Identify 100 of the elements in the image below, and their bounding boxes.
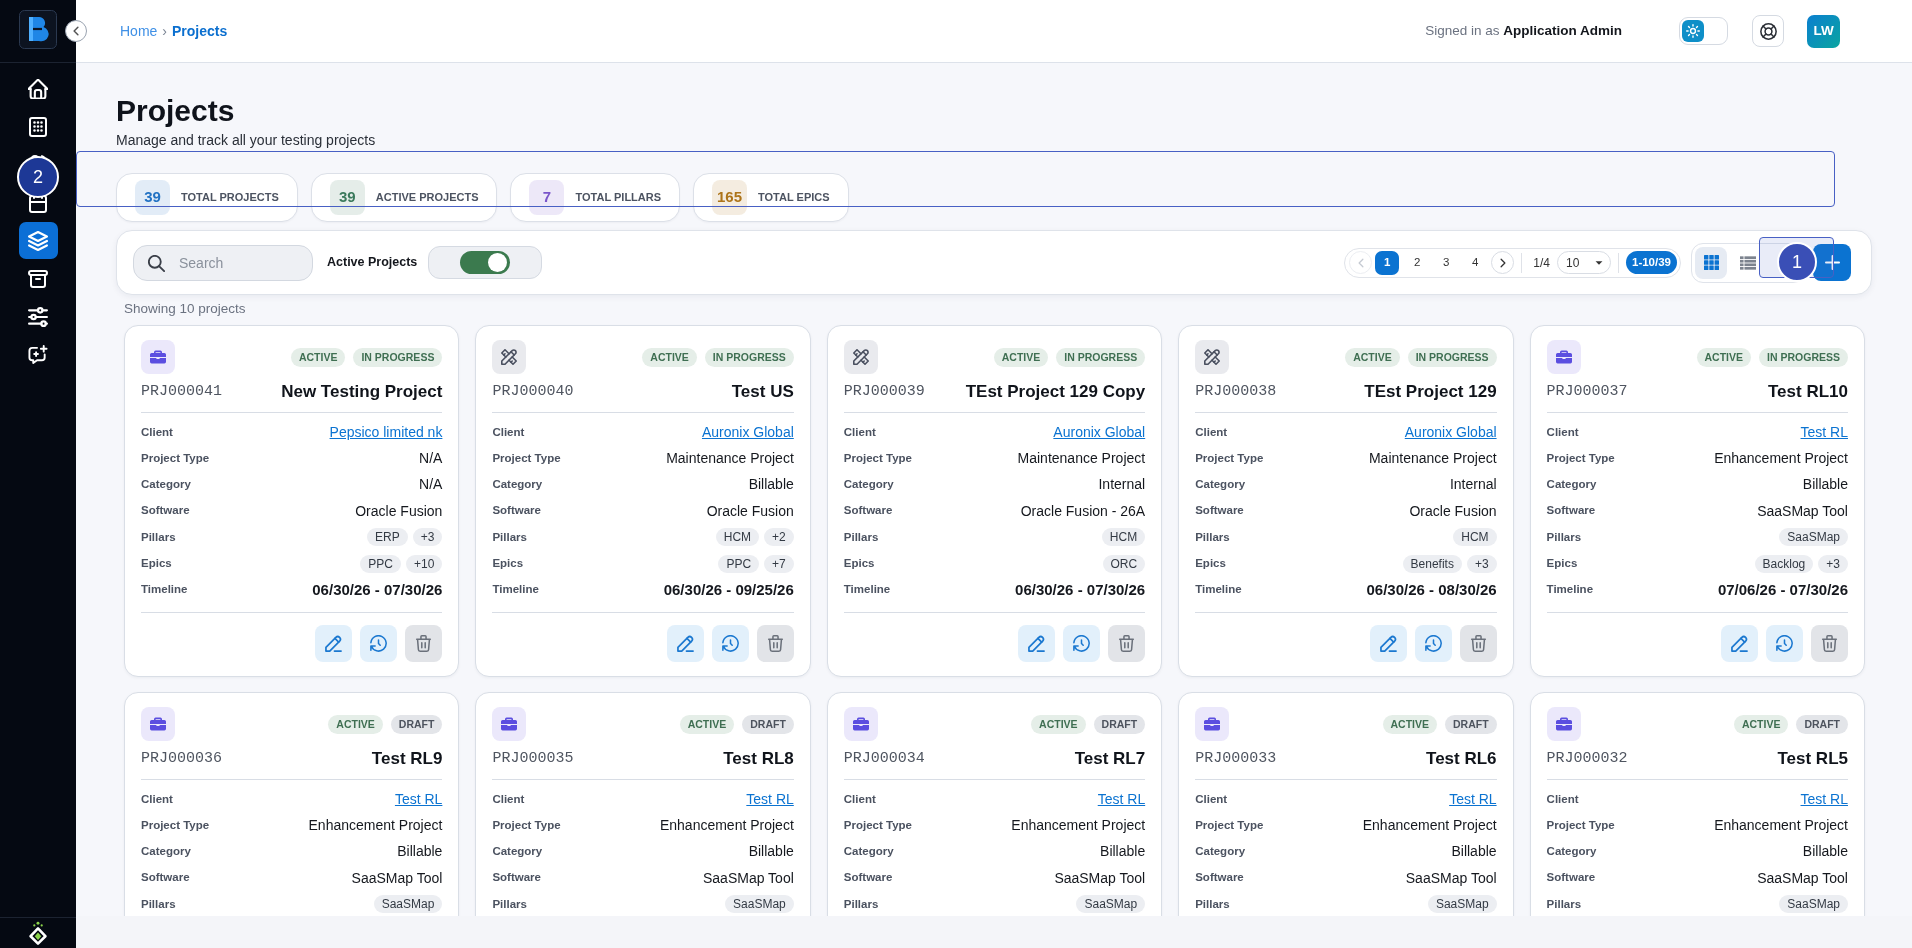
trash-icon [1821,635,1838,653]
timeline-value: 06/30/26 - 07/30/26 [1015,579,1146,600]
client-link[interactable]: Test RL [1449,788,1497,810]
edit-button[interactable] [1721,625,1758,663]
grid-icon [1703,255,1719,270]
stat-value: 39 [329,180,365,215]
client-link[interactable]: Test RL [746,788,794,810]
timeline-value: 06/30/26 - 08/30/26 [1366,579,1497,600]
tag: SaaSMap [1779,895,1848,914]
field-label: Category [1195,477,1246,493]
nav-item[interactable] [18,222,58,259]
delete-button[interactable] [756,625,794,663]
field-label: Client [843,791,876,807]
field-label: Timeline [492,582,539,598]
logo-icon [26,921,50,945]
user-avatar[interactable]: LW [1807,14,1840,48]
tools-icon [1195,340,1230,374]
delete-button[interactable] [405,625,443,663]
field-label: Category [843,844,894,860]
add-project-button[interactable] [1813,244,1851,281]
status-badge: ACTIVE [1345,347,1400,367]
grid-view-button[interactable] [1695,246,1727,279]
client-link[interactable]: Test RL [394,788,443,810]
client-link[interactable]: Test RL [1800,788,1848,810]
field-label: Pillars [492,896,527,912]
breadcrumb-separator: › [162,21,168,41]
briefcase-icon [492,707,527,742]
status-badge: DRAFT [742,714,794,734]
plus-icon [1824,255,1840,270]
client-link[interactable]: Test RL [1800,421,1848,443]
layers-icon [28,230,48,251]
history-button[interactable] [1063,625,1101,663]
tag: HCM [715,528,760,547]
field-label: Category [1546,844,1597,860]
status-badge: IN PROGRESS [353,347,443,367]
help-button[interactable] [1752,15,1784,47]
chevron-left-icon [71,26,81,36]
client-link[interactable]: Auronix Global [701,421,794,443]
theme-toggle[interactable] [1679,17,1728,45]
delete-button[interactable] [1811,625,1848,663]
page-button[interactable]: 3 [1433,250,1460,275]
field-label: Category [843,477,894,493]
project-title: Test RL10 [1768,381,1848,404]
breadcrumb-link[interactable]: Home [120,20,158,42]
next-page-button[interactable] [1491,251,1515,274]
sun-icon [1682,20,1704,42]
field-value: Internal [1449,475,1497,495]
search-field[interactable]: Search [133,244,313,281]
field-label: Project Type [1195,817,1264,833]
status-badge: DRAFT [1093,714,1146,734]
field-label: Pillars [141,896,176,912]
project-code: PRJ000040 [492,381,574,402]
field-label: Project Type [1195,450,1264,466]
field-label: Client [1546,424,1579,440]
edit-button[interactable] [1018,625,1056,663]
active-projects-switch[interactable] [460,251,511,274]
tag: SaaSMap [1779,528,1848,547]
breadcrumb-current[interactable]: Projects [172,20,228,42]
edit-button[interactable] [666,625,704,663]
field-label: Category [141,844,191,860]
client-link[interactable]: Auronix Global [1404,421,1497,443]
status-badge: DRAFT [390,714,443,734]
briefcase-icon [1195,707,1230,742]
client-link[interactable]: Test RL [1097,788,1146,810]
status-badge: ACTIVE [642,347,697,367]
field-label: Software [1546,870,1596,886]
history-button[interactable] [711,625,749,663]
history-button[interactable] [360,625,398,663]
project-code: PRJ000036 [141,748,222,769]
history-icon [370,635,388,653]
tag: PPC [718,554,760,573]
history-button[interactable] [1766,625,1803,663]
page-button[interactable]: 4 [1462,250,1489,275]
edit-button[interactable] [1369,625,1407,663]
edit-button[interactable] [315,625,353,663]
field-label: Project Type [843,817,912,833]
tag: HCM [1453,528,1497,547]
page-button[interactable]: 1 [1375,250,1400,275]
client-link[interactable]: Auronix Global [1053,421,1146,443]
field-value: SaaSMap Tool [1757,501,1848,521]
field-label: Software [843,503,893,519]
project-code: PRJ000033 [1195,748,1277,769]
timeline-value: 06/30/26 - 07/30/26 [312,579,443,600]
client-link[interactable]: Pepsico limited nk [329,421,443,443]
history-button[interactable] [1414,625,1452,663]
field-label: Category [1195,844,1246,860]
field-value: SaaSMap Tool [1405,868,1497,888]
list-icon [1740,254,1756,271]
delete-button[interactable] [1459,625,1497,663]
page-indicator: 1/4 [1533,254,1550,272]
page-button[interactable]: 2 [1404,250,1431,275]
project-code: PRJ000035 [492,748,574,769]
field-value: Oracle Fusion [1409,501,1497,521]
delete-button[interactable] [1108,625,1146,663]
field-label: Pillars [1195,896,1230,912]
project-code: PRJ000032 [1546,748,1628,769]
field-label: Category [1546,477,1597,493]
field-label: Pillars [1195,529,1230,545]
field-label: Pillars [492,529,527,545]
field-label: Pillars [843,896,879,912]
